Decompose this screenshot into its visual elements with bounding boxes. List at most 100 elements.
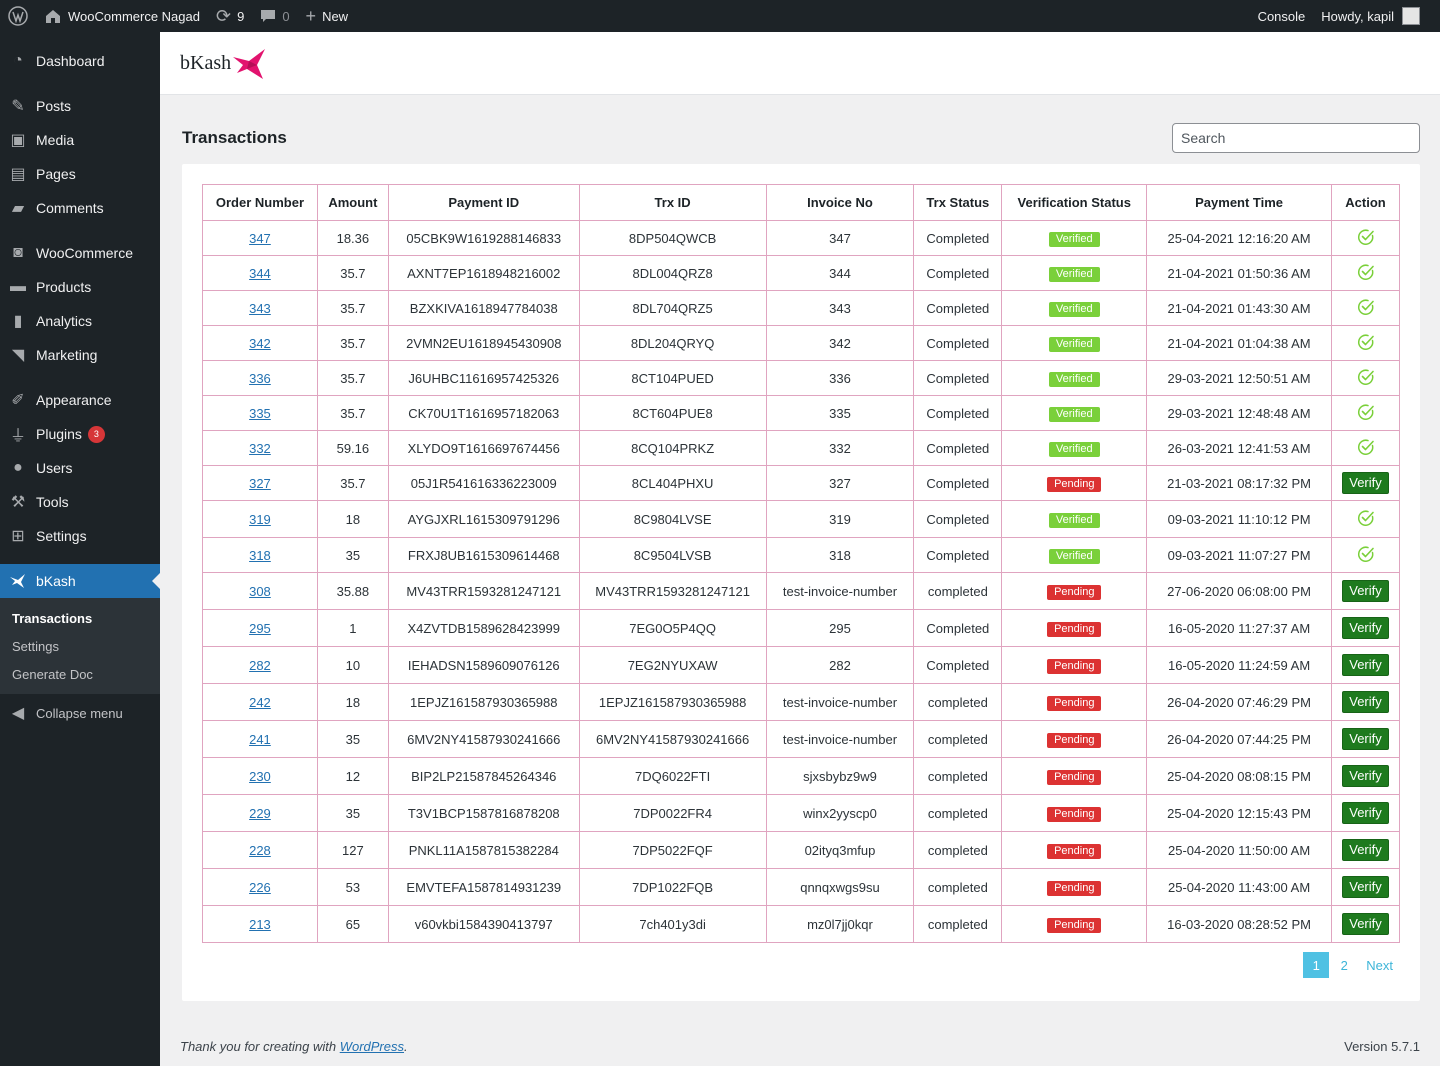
verify-button[interactable]: Verify	[1342, 913, 1389, 935]
verify-button[interactable]: Verify	[1342, 617, 1389, 639]
order-number-link[interactable]: 319	[249, 512, 271, 527]
action-cell: Verify	[1331, 831, 1400, 869]
verified-check-icon	[1357, 403, 1374, 420]
console-link[interactable]: Console	[1250, 0, 1314, 32]
table-row: 282 10 IEHADSN1589609076126 7EG2NYUXAW 282 Co…	[202, 646, 1400, 684]
sidebar-item-appearance[interactable]: ✐ Appearance	[0, 383, 160, 417]
new-content-link[interactable]: + New	[298, 0, 357, 32]
status-badge: Verified	[1048, 231, 1100, 247]
sidebar-item-analytics[interactable]: ▮ Analytics	[0, 304, 160, 338]
verify-button[interactable]: Verify	[1342, 728, 1389, 750]
order-number-link[interactable]: 226	[249, 880, 271, 895]
order-number-link[interactable]: 229	[249, 806, 271, 821]
comments-link[interactable]: 0	[252, 0, 297, 32]
payment-id-cell: MV43TRR1593281247121	[387, 572, 580, 610]
pagination-next[interactable]: Next	[1359, 952, 1400, 978]
sidebar-item-users[interactable]: ● Users	[0, 451, 160, 485]
action-cell	[1331, 500, 1400, 538]
trx-status-cell: Completed	[913, 537, 1003, 573]
verified-check-icon	[1357, 545, 1374, 562]
submenu-item-settings[interactable]: Settings	[0, 632, 160, 660]
verify-button[interactable]: Verify	[1342, 876, 1389, 898]
wordpress-link[interactable]: WordPress	[340, 1039, 404, 1054]
order-number-link[interactable]: 282	[249, 658, 271, 673]
order-number-link[interactable]: 230	[249, 769, 271, 784]
sidebar-item-dashboard[interactable]: ◔ Dashboard	[0, 44, 160, 78]
trx-id-cell: 8CT604PUE8	[578, 395, 767, 431]
verify-button[interactable]: Verify	[1342, 839, 1389, 861]
order-number-link[interactable]: 295	[249, 621, 271, 636]
trx-status-cell: Completed	[913, 290, 1003, 326]
sidebar-item-posts[interactable]: ✎ Posts	[0, 89, 160, 123]
order-number-link[interactable]: 342	[249, 336, 271, 351]
verified-check-icon	[1357, 263, 1374, 280]
verification-status-cell: Verified	[1001, 290, 1148, 326]
payment-time-cell: 25-04-2020 11:50:00 AM	[1146, 831, 1332, 869]
home-icon	[46, 10, 60, 23]
verification-status-cell: Pending	[1001, 465, 1148, 501]
wrench-icon: ⚒	[10, 494, 26, 511]
sidebar-item-label: Pages	[36, 166, 76, 182]
order-number-link[interactable]: 335	[249, 406, 271, 421]
collapse-icon: ◀	[11, 705, 25, 722]
collapse-menu-button[interactable]: ◀ Collapse menu	[0, 696, 160, 730]
verify-button[interactable]: Verify	[1342, 765, 1389, 787]
sidebar-item-products[interactable]: ▬ Products	[0, 270, 160, 304]
verify-button[interactable]: Verify	[1342, 654, 1389, 676]
sidebar-item-plugins[interactable]: ⏚ Plugins 3	[0, 417, 160, 451]
trx-id-cell: 8C9504LVSB	[578, 537, 767, 573]
order-number-link[interactable]: 228	[249, 843, 271, 858]
verify-button[interactable]: Verify	[1342, 580, 1389, 602]
verify-button[interactable]: Verify	[1342, 472, 1389, 494]
action-cell: Verify	[1331, 465, 1400, 501]
invoice-cell: 342	[765, 325, 915, 361]
order-number-link[interactable]: 308	[249, 584, 271, 599]
order-number-link[interactable]: 242	[249, 695, 271, 710]
dashboard-icon: ◔	[13, 52, 23, 69]
order-number-link[interactable]: 344	[249, 266, 271, 281]
sidebar-item-marketing[interactable]: ◥ Marketing	[0, 338, 160, 372]
verification-status-cell: Verified	[1001, 220, 1148, 256]
pagination-page-1[interactable]: 1	[1303, 952, 1330, 978]
amount-cell: 35.7	[316, 290, 389, 326]
howdy-text: Howdy, kapil	[1321, 8, 1394, 24]
order-number-link[interactable]: 241	[249, 732, 271, 747]
order-number-link[interactable]: 318	[249, 548, 271, 563]
wordpress-logo-menu[interactable]	[0, 0, 36, 32]
sidebar-item-settings[interactable]: ⊞ Settings	[0, 519, 160, 553]
payment-id-cell: 2VMN2EU1618945430908	[387, 325, 580, 361]
order-number-link[interactable]: 343	[249, 301, 271, 316]
order-number-link[interactable]: 347	[249, 231, 271, 246]
verification-status-cell: Pending	[1001, 831, 1148, 869]
trx-status-cell: completed	[913, 794, 1003, 832]
order-number-link[interactable]: 327	[249, 476, 271, 491]
updates-link[interactable]: ⟳ 9	[208, 0, 252, 32]
site-name-link[interactable]: WooCommerce Nagad	[36, 0, 208, 32]
sidebar-item-tools[interactable]: ⚒ Tools	[0, 485, 160, 519]
plus-icon: +	[305, 6, 317, 26]
verified-check-icon	[1357, 333, 1374, 350]
sidebar-item-media[interactable]: ▣ Media	[0, 123, 160, 157]
table-row: 327 35.7 05J1R541616336223009 8CL404PHXU 327…	[202, 465, 1400, 501]
order-number-link[interactable]: 213	[249, 917, 271, 932]
my-account-link[interactable]: Howdy, kapil	[1313, 0, 1440, 32]
comments-count: 0	[282, 8, 290, 24]
order-number-link[interactable]: 332	[249, 441, 271, 456]
order-number-cell: 230	[202, 757, 318, 795]
verify-button[interactable]: Verify	[1342, 691, 1389, 713]
search-input[interactable]	[1172, 123, 1420, 153]
action-cell	[1331, 255, 1400, 291]
amount-cell: 35.7	[316, 255, 389, 291]
amount-cell: 35	[316, 537, 389, 573]
sidebar-item-woocommerce[interactable]: ◙ WooCommerce	[0, 236, 160, 270]
sidebar-item-bkash[interactable]: bKash	[0, 564, 160, 598]
verify-button[interactable]: Verify	[1342, 802, 1389, 824]
submenu-item-generate-doc[interactable]: Generate Doc	[0, 660, 160, 688]
pagination-page-2[interactable]: 2	[1331, 952, 1357, 978]
submenu-item-transactions[interactable]: Transactions	[0, 604, 160, 632]
sidebar-item-comments[interactable]: ▰ Comments	[0, 191, 160, 225]
payment-time-cell: 29-03-2021 12:50:51 AM	[1146, 360, 1332, 396]
sidebar-item-pages[interactable]: ▤ Pages	[0, 157, 160, 191]
transactions-table-body: 347 18.36 05CBK9W1619288146833 8DP504QWCB 34…	[202, 220, 1400, 943]
order-number-link[interactable]: 336	[249, 371, 271, 386]
